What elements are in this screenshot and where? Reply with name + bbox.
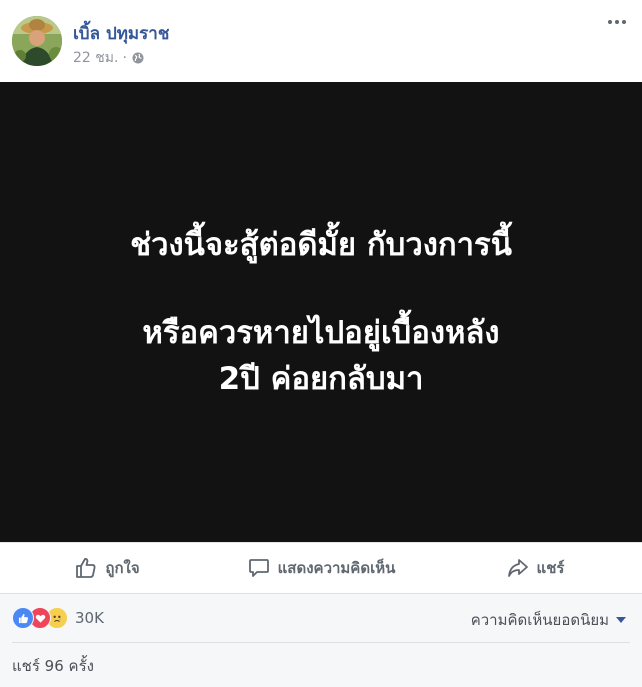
post-header: เบิ้ล ปทุมราช 22 ชม. ·: [0, 0, 642, 82]
share-label: แชร์: [536, 559, 565, 577]
status-line-2: หรือควรหายไปอยู่เบื้องหลัง: [142, 315, 500, 351]
post-meta: 22 ชม. ·: [73, 47, 144, 69]
avatar[interactable]: [12, 16, 62, 66]
caret-down-icon: [616, 617, 626, 623]
like-button[interactable]: ถูกใจ: [0, 543, 214, 593]
meta-separator: ·: [122, 50, 127, 66]
status-line-3: 2ปี ค่อยกลับมา: [218, 361, 424, 397]
author-name[interactable]: เบิ้ล ปทุมราช: [73, 20, 169, 47]
footer-divider: [12, 642, 630, 643]
reaction-summary[interactable]: 30K: [12, 606, 104, 630]
action-bar: ถูกใจ แสดงความคิดเห็น แชร์: [0, 542, 642, 593]
status-line-1: ช่วงนี้จะสู้ต่อดีมั้ย กับวงการนี้: [130, 227, 512, 263]
globe-icon[interactable]: [132, 52, 144, 64]
comment-sort-dropdown[interactable]: ความคิดเห็นยอดนิยม: [471, 608, 626, 632]
reaction-count: 30K: [75, 609, 104, 627]
comment-icon: [248, 559, 269, 577]
more-dot-icon: [608, 20, 612, 24]
avatar-image: [12, 16, 62, 66]
more-options-button[interactable]: [604, 16, 630, 28]
status-gap: [130, 268, 512, 310]
status-text: ช่วงนี้จะสู้ต่อดีมั้ย กับวงการนี้ หรือคว…: [130, 222, 512, 402]
post-footer: 30K ความคิดเห็นยอดนิยม แชร์ 96 ครั้ง: [0, 593, 642, 687]
like-label: ถูกใจ: [105, 559, 140, 577]
share-arrow-icon: [507, 559, 528, 577]
like-icon: [12, 607, 34, 629]
share-count[interactable]: แชร์ 96 ครั้ง: [12, 654, 94, 678]
sort-label: ความคิดเห็นยอดนิยม: [470, 611, 609, 629]
status-card[interactable]: ช่วงนี้จะสู้ต่อดีมั้ย กับวงการนี้ หรือคว…: [0, 82, 642, 542]
more-dot-icon: [622, 20, 626, 24]
more-dot-icon: [615, 20, 619, 24]
comment-button[interactable]: แสดงความคิดเห็น: [214, 543, 428, 593]
post-time[interactable]: 22 ชม.: [73, 47, 118, 69]
thumbs-up-icon: [76, 558, 96, 578]
share-button[interactable]: แชร์: [428, 543, 642, 593]
comment-label: แสดงความคิดเห็น: [277, 559, 396, 577]
